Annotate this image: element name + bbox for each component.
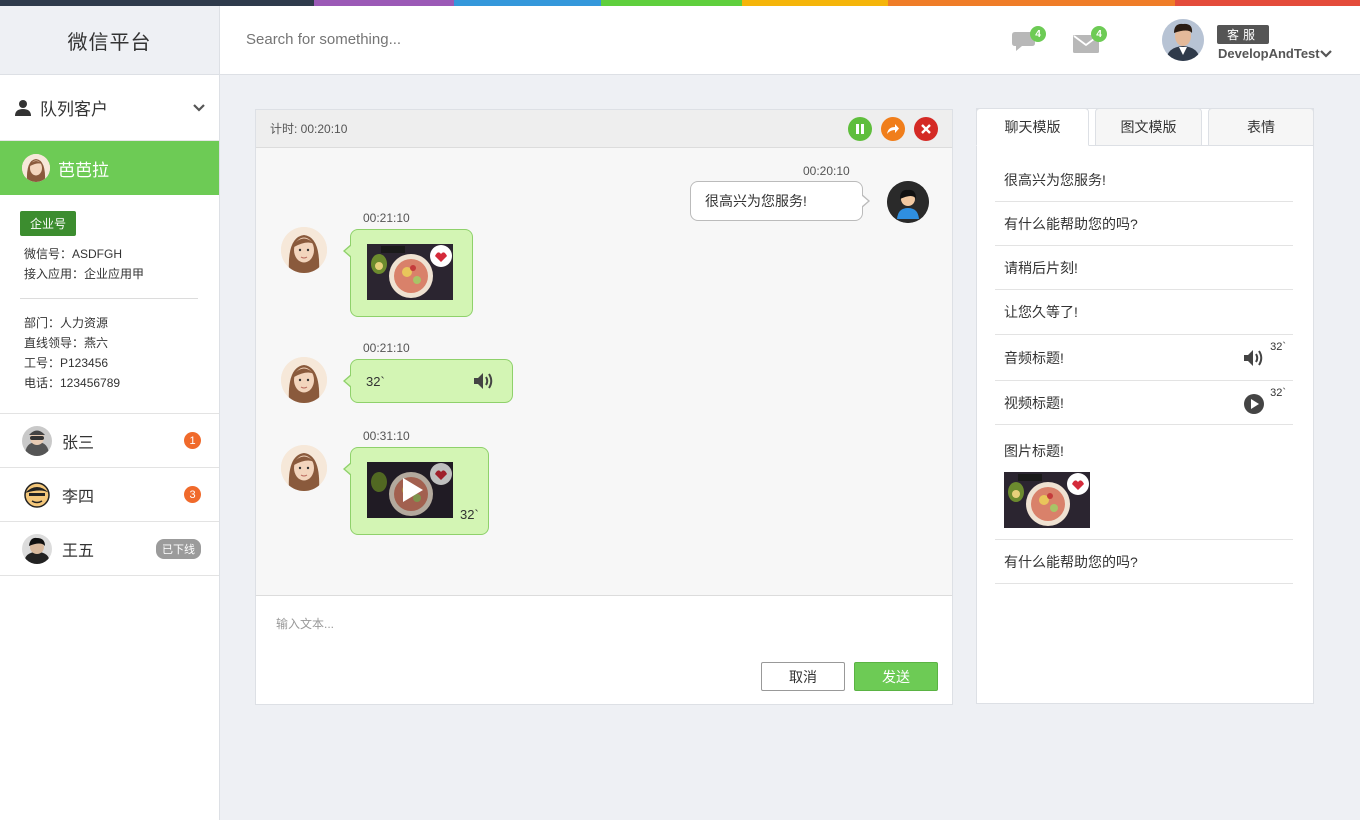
brand-title: 微信平台 bbox=[0, 6, 219, 75]
person-icon bbox=[15, 99, 31, 116]
active-customer-name: 芭芭拉 bbox=[58, 160, 109, 180]
close-button[interactable] bbox=[914, 116, 938, 141]
play-icon bbox=[1244, 394, 1264, 414]
template-item[interactable]: 很高兴为您服务! bbox=[995, 158, 1293, 202]
customer-item[interactable]: 李四 3 bbox=[0, 468, 219, 522]
session-timer: 计时: 00:20:10 bbox=[270, 122, 348, 136]
customer-avatar bbox=[281, 357, 327, 403]
send-button[interactable]: 发送 bbox=[854, 662, 938, 691]
image-message-bubble[interactable] bbox=[343, 229, 473, 317]
template-text: 让您久等了! bbox=[1004, 304, 1078, 320]
agent-avatar bbox=[887, 181, 929, 223]
video-message-bubble[interactable]: 32` bbox=[343, 447, 489, 535]
template-text: 图片标题! bbox=[1004, 443, 1064, 459]
message-time: 00:21:10 bbox=[363, 211, 410, 225]
role-tag: 客服 bbox=[1217, 25, 1270, 44]
avatar bbox=[22, 154, 50, 182]
tab-emoji[interactable]: 表情 bbox=[1208, 108, 1314, 146]
offline-badge: 已下线 bbox=[156, 538, 201, 559]
template-item[interactable]: 让您久等了! bbox=[995, 290, 1293, 335]
mail-badge: 4 bbox=[1091, 26, 1107, 42]
user-name[interactable]: DevelopAndTest bbox=[1218, 46, 1320, 61]
info-line: 直线领导：燕六 bbox=[24, 336, 109, 350]
template-text: 很高兴为您服务! bbox=[1004, 171, 1106, 188]
tab-rich-templates[interactable]: 图文模版 bbox=[1095, 108, 1202, 146]
close-icon bbox=[921, 123, 931, 134]
info-line: 工号：P123456 bbox=[24, 356, 109, 370]
template-item[interactable]: 有什么能帮助您的吗? bbox=[995, 202, 1293, 246]
chat-panel: 计时: 00:20:10 00:20:10 很高兴为您服务! 00:21:10 … bbox=[255, 109, 953, 705]
audio-duration: 32` bbox=[1270, 341, 1286, 353]
template-text: 请稍后片刻! bbox=[1004, 259, 1078, 276]
avatar bbox=[22, 425, 52, 456]
message-text: 很高兴为您服务! bbox=[705, 193, 807, 209]
sidebar: 微信平台 队列客户 芭芭拉 企业号 微信号：ASDFGH 接入应用：企业应用甲 bbox=[0, 6, 220, 820]
chevron-down-icon[interactable] bbox=[1320, 49, 1332, 59]
customer-name: 李四 bbox=[62, 488, 95, 506]
voice-message-bubble[interactable]: 32` bbox=[343, 359, 513, 403]
account-tag: 企业号 bbox=[20, 211, 77, 236]
template-text: 视频标题! bbox=[1004, 394, 1064, 411]
chat-badge: 4 bbox=[1030, 26, 1046, 42]
template-item[interactable]: 有什么能帮助您的吗? bbox=[995, 540, 1293, 584]
video-duration: 32` bbox=[460, 507, 479, 522]
queue-dropdown[interactable]: 队列客户 bbox=[0, 75, 219, 141]
chevron-down-icon bbox=[193, 103, 205, 112]
template-panel: 聊天模版 图文模版 表情 很高兴为您服务! 有什么能帮助您的吗? 请稍后片刻! … bbox=[976, 108, 1314, 704]
info-line: 部门：人力资源 bbox=[24, 316, 109, 330]
customer-list: 张三 1 李四 3 王五 已下线 bbox=[0, 413, 219, 576]
unread-badge: 3 bbox=[184, 486, 201, 503]
message-time: 00:20:10 bbox=[803, 164, 850, 178]
avatar bbox=[22, 533, 52, 564]
customer-name: 王五 bbox=[62, 542, 95, 560]
message-list: 00:20:10 很高兴为您服务! 00:21:10 00:21:10 32` … bbox=[256, 148, 952, 596]
search-input[interactable] bbox=[246, 31, 646, 48]
template-tabs: 聊天模版 图文模版 表情 bbox=[976, 108, 1314, 146]
message-time: 00:31:10 bbox=[363, 429, 410, 443]
template-text: 有什么能帮助您的吗? bbox=[1004, 553, 1138, 570]
voice-duration: 32` bbox=[366, 374, 385, 389]
info-line: 接入应用：企业应用甲 bbox=[24, 267, 145, 281]
template-text: 音频标题! bbox=[1004, 349, 1064, 366]
user-avatar[interactable] bbox=[1162, 19, 1204, 61]
forward-icon bbox=[887, 123, 899, 134]
pause-button[interactable] bbox=[848, 116, 872, 141]
speaker-icon bbox=[474, 373, 493, 389]
video-thumbnail bbox=[367, 462, 453, 518]
template-item-video[interactable]: 视频标题! 32` bbox=[995, 381, 1293, 425]
avatar bbox=[22, 479, 52, 510]
template-item-audio[interactable]: 音频标题! 32` bbox=[995, 335, 1293, 381]
template-image bbox=[1004, 472, 1090, 528]
customer-item[interactable]: 王五 已下线 bbox=[0, 522, 219, 576]
info-line: 电话：123456789 bbox=[24, 376, 121, 390]
agent-message-bubble: 很高兴为您服务! bbox=[690, 181, 870, 221]
active-customer[interactable]: 芭芭拉 bbox=[0, 141, 219, 195]
chat-toolbar: 计时: 00:20:10 bbox=[256, 110, 952, 148]
template-text: 有什么能帮助您的吗? bbox=[1004, 215, 1138, 232]
info-line: 微信号：ASDFGH bbox=[24, 247, 123, 261]
message-time: 00:21:10 bbox=[363, 341, 410, 355]
customer-info: 企业号 微信号：ASDFGH 接入应用：企业应用甲 部门：人力资源 直线领导：燕… bbox=[0, 195, 219, 409]
message-input[interactable]: 输入文本... bbox=[276, 615, 334, 632]
transfer-button[interactable] bbox=[881, 116, 905, 141]
template-item[interactable]: 请稍后片刻! bbox=[995, 246, 1293, 290]
cancel-button[interactable]: 取消 bbox=[761, 662, 845, 691]
customer-avatar bbox=[281, 227, 327, 273]
food-image bbox=[367, 244, 453, 300]
customer-avatar bbox=[281, 445, 327, 491]
video-duration: 32` bbox=[1270, 387, 1286, 399]
tab-chat-templates[interactable]: 聊天模版 bbox=[976, 108, 1089, 146]
divider bbox=[20, 298, 198, 299]
top-header: 4 4 客服 DevelopAndTest bbox=[220, 6, 1360, 75]
speaker-icon bbox=[1244, 350, 1263, 366]
unread-badge: 1 bbox=[184, 432, 201, 449]
queue-title: 队列客户 bbox=[40, 100, 108, 119]
pause-icon bbox=[856, 123, 864, 134]
customer-item[interactable]: 张三 1 bbox=[0, 414, 219, 468]
template-item-image[interactable]: 图片标题! bbox=[995, 425, 1293, 540]
customer-name: 张三 bbox=[62, 434, 95, 452]
